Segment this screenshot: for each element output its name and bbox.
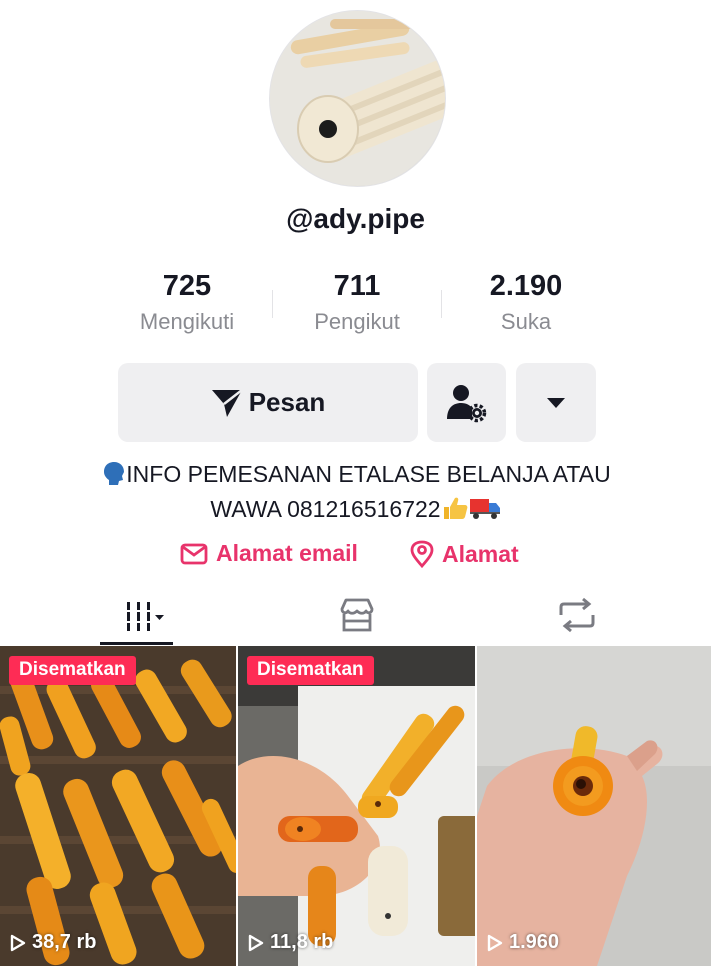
stat-following[interactable]: 725 Mengikuti bbox=[102, 268, 272, 336]
following-label: Mengikuti bbox=[139, 309, 235, 334]
thumbs-up-emoji bbox=[441, 495, 469, 531]
likes-count: 2.190 bbox=[489, 270, 563, 302]
caret-down-icon bbox=[546, 397, 566, 409]
play-icon bbox=[248, 934, 264, 952]
view-count: 11,8 rb bbox=[248, 931, 333, 954]
stat-likes[interactable]: 2.190 Suka bbox=[441, 268, 611, 336]
view-count: 38,7 rb bbox=[10, 931, 96, 954]
profile-avatar[interactable] bbox=[269, 10, 446, 187]
active-tab-indicator bbox=[100, 642, 173, 645]
repost-icon bbox=[557, 597, 597, 633]
video-thumbnail-image bbox=[238, 646, 475, 966]
message-button[interactable]: Pesan bbox=[118, 363, 418, 442]
tab-reposts[interactable] bbox=[540, 585, 613, 645]
tab-videos[interactable] bbox=[100, 585, 173, 645]
pinned-badge: Disematkan bbox=[9, 656, 136, 685]
bio-line-2: WAWA 081216516722 bbox=[0, 492, 711, 531]
view-count-text: 1.960 bbox=[509, 931, 560, 953]
videos-grid-icon bbox=[109, 598, 165, 632]
video-thumbnail[interactable]: 1.960 bbox=[477, 646, 711, 966]
following-count: 725 bbox=[162, 270, 212, 302]
play-icon bbox=[487, 934, 503, 952]
shop-icon bbox=[338, 597, 376, 633]
view-count: 1.960 bbox=[487, 931, 559, 954]
user-settings-icon bbox=[446, 383, 488, 423]
message-label: Pesan bbox=[248, 387, 326, 417]
video-thumbnail-image bbox=[477, 646, 711, 966]
profile-tabs bbox=[0, 585, 711, 645]
bio-text-2: WAWA 081216516722 bbox=[210, 496, 441, 522]
view-count-text: 11,8 rb bbox=[270, 931, 334, 953]
username: @ady.pipe bbox=[286, 203, 425, 234]
address-link-label: Alamat bbox=[442, 540, 519, 567]
video-thumbnail-image bbox=[0, 646, 236, 966]
truck-emoji bbox=[469, 495, 501, 531]
bio-text-1: INFO PEMESANAN ETALASE BELANJA ATAU bbox=[126, 461, 611, 487]
mail-icon bbox=[180, 543, 208, 565]
location-pin-icon bbox=[410, 540, 434, 568]
more-options-button[interactable] bbox=[516, 363, 596, 442]
send-icon bbox=[211, 388, 243, 418]
address-link[interactable]: Alamat bbox=[410, 540, 519, 568]
stat-followers[interactable]: 711 Pengikut bbox=[272, 268, 442, 336]
followers-label: Pengikut bbox=[314, 309, 400, 334]
likes-label: Suka bbox=[500, 309, 552, 334]
profile-links: Alamat email Alamat bbox=[0, 540, 711, 572]
tab-shop[interactable] bbox=[320, 585, 393, 645]
video-grid: Disematkan 38,7 rb Disematkan 11,8 rb 1.… bbox=[0, 646, 711, 968]
avatar-image bbox=[270, 11, 445, 186]
view-count-text: 38,7 rb bbox=[32, 931, 97, 953]
email-link-label: Alamat email bbox=[216, 540, 358, 566]
play-icon bbox=[10, 934, 26, 952]
email-link[interactable]: Alamat email bbox=[180, 540, 358, 567]
video-thumbnail[interactable]: Disematkan 11,8 rb bbox=[238, 646, 475, 966]
pinned-badge: Disematkan bbox=[247, 656, 374, 685]
speaking-head-emoji bbox=[100, 460, 126, 496]
followers-count: 711 bbox=[333, 270, 381, 302]
friend-settings-button[interactable] bbox=[427, 363, 506, 442]
video-thumbnail[interactable]: Disematkan 38,7 rb bbox=[0, 646, 236, 966]
bio-line-1: INFO PEMESANAN ETALASE BELANJA ATAU bbox=[0, 457, 711, 496]
